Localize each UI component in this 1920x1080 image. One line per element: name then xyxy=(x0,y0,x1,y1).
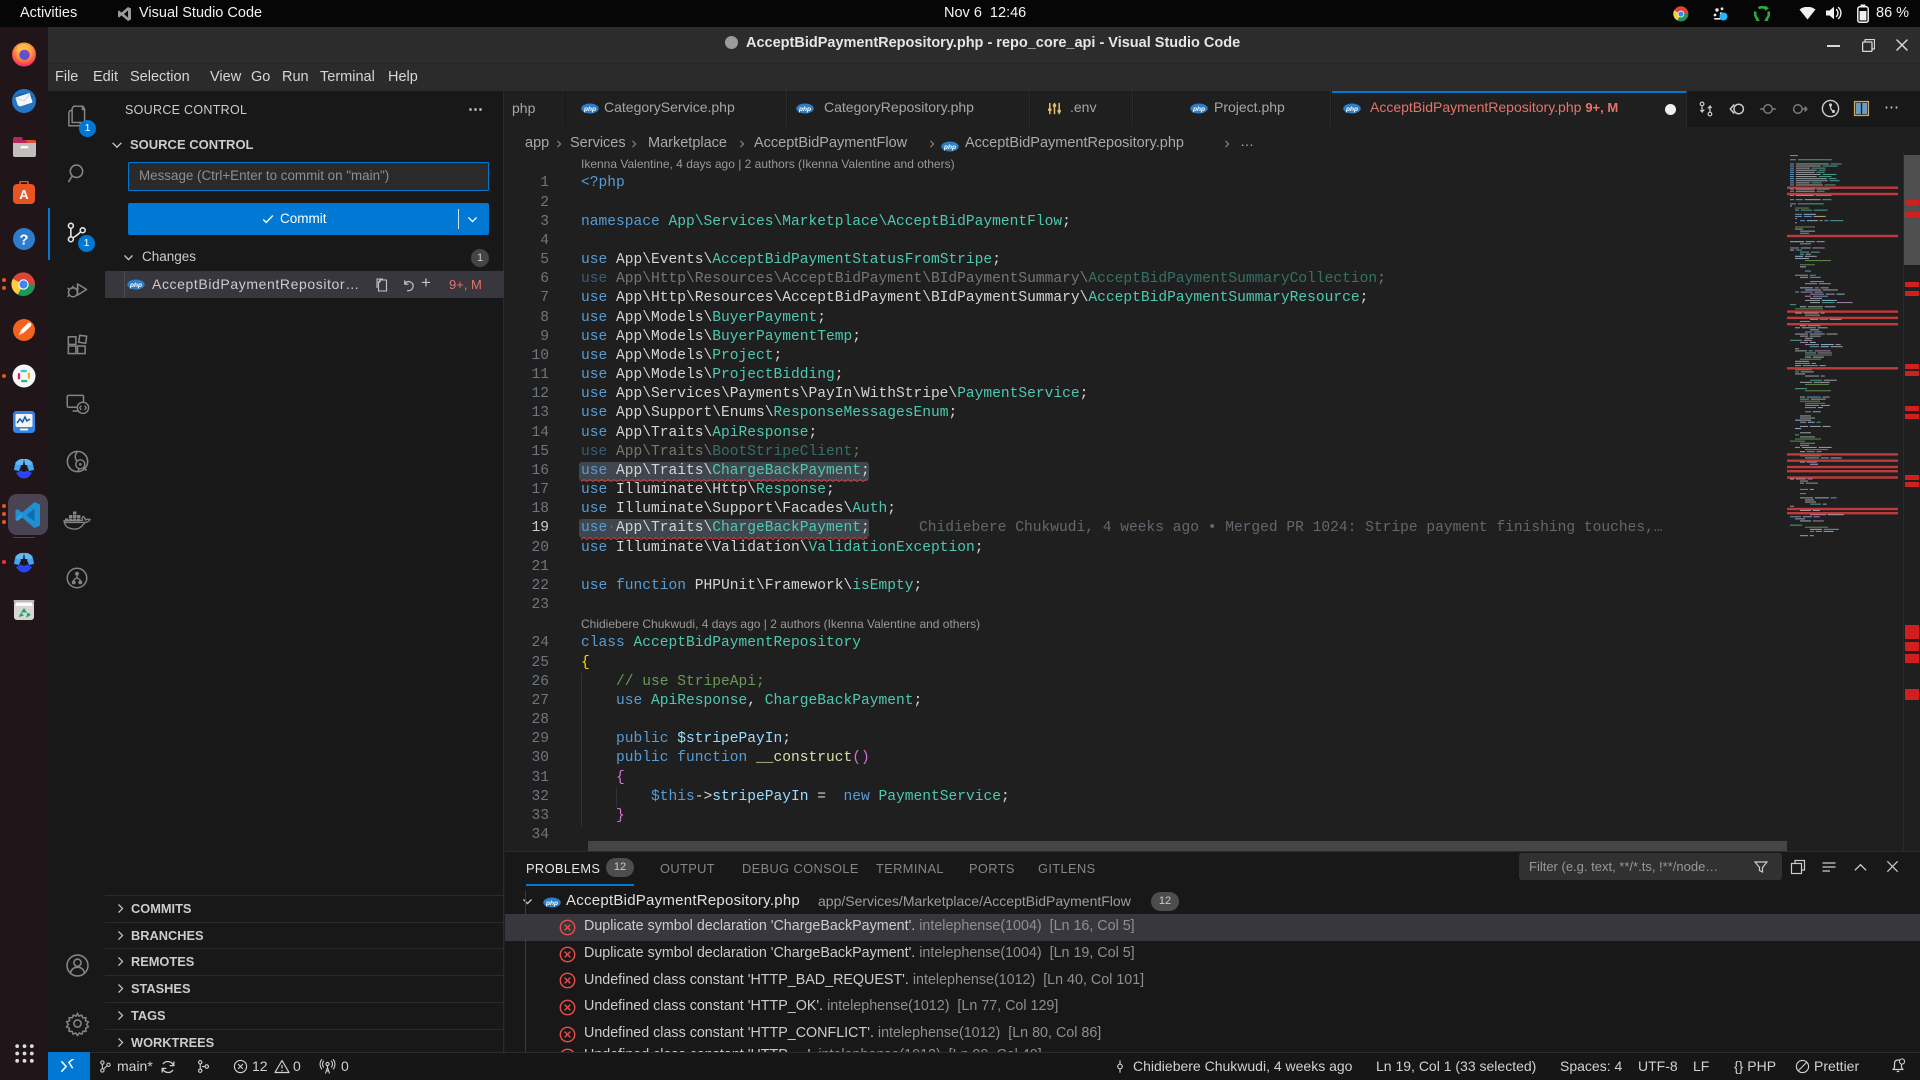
svg-text:php: php xyxy=(545,900,558,907)
svg-text:php: php xyxy=(943,144,956,151)
svg-text:php: php xyxy=(1192,106,1205,113)
svg-text:php: php xyxy=(798,106,811,113)
svg-text:php: php xyxy=(583,106,596,113)
svg-text:php: php xyxy=(129,282,142,289)
svg-text:A: A xyxy=(19,187,29,202)
svg-text:php: php xyxy=(1345,106,1358,113)
svg-text:?: ? xyxy=(19,232,28,249)
